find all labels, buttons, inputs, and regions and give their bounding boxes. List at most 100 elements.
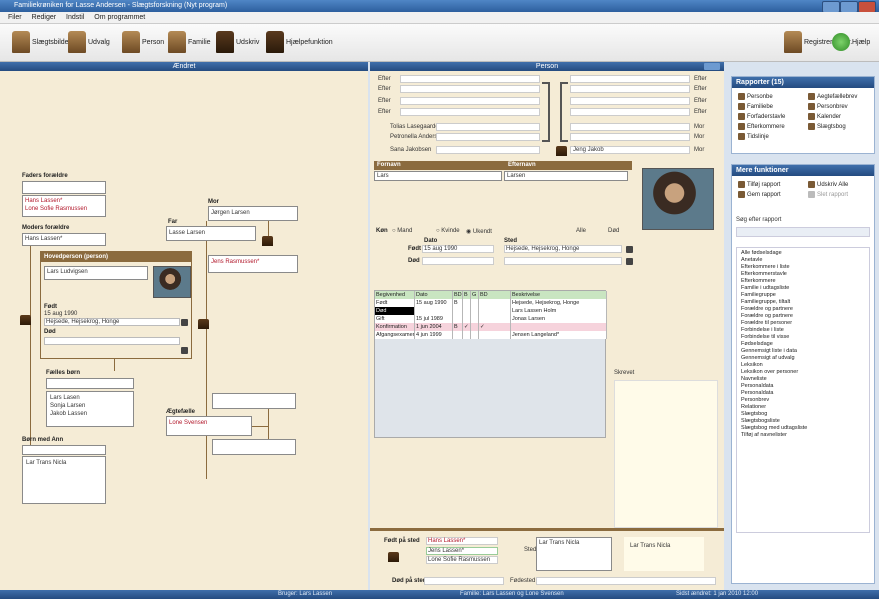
- siblings-empty-field[interactable]: [22, 445, 106, 455]
- table-row[interactable]: Afgangsexamen 4 jun 1999 Jensen Langelan…: [375, 331, 607, 339]
- born-at-field[interactable]: Hans Lassen*: [426, 537, 498, 545]
- focus-died-place-field[interactable]: [44, 337, 180, 345]
- list-item[interactable]: Forbindelse til visse: [741, 334, 789, 341]
- died-place-field[interactable]: [504, 257, 622, 265]
- minimize-button[interactable]: [822, 1, 840, 12]
- table-row-selected[interactable]: Død Lars Lassen Holm: [375, 307, 607, 315]
- children-empty-field[interactable]: [46, 378, 134, 389]
- list-item[interactable]: Efterkommere i liste: [741, 264, 790, 271]
- focus-born-place-button[interactable]: [181, 319, 188, 326]
- sex-option-female[interactable]: ○ Kvinde: [436, 228, 460, 234]
- died-date-field[interactable]: [422, 257, 494, 265]
- menu-edit[interactable]: Rediger: [32, 14, 57, 21]
- focus-born-place-field[interactable]: Hejsede, Hejsekrog, Honge: [44, 318, 180, 326]
- grandparents-field[interactable]: [436, 123, 540, 131]
- sex-option-unknown[interactable]: ◉ Ukendt: [466, 228, 492, 235]
- toolbar-help-function-button[interactable]: Hjælpefunktion: [266, 29, 333, 57]
- print-all-button[interactable]: Udskriv Alle: [808, 181, 848, 188]
- siblings-list[interactable]: Lar Trans Nicla: [22, 456, 106, 504]
- report-item[interactable]: Slægtsbog: [808, 123, 846, 130]
- child-item[interactable]: Sonja Larsen: [50, 403, 85, 409]
- sex-option-male[interactable]: ○ Mand: [392, 228, 412, 234]
- mother-name-field-2[interactable]: [570, 85, 690, 93]
- list-item[interactable]: Alle fødselsdage: [741, 250, 782, 257]
- toolbar-family-button[interactable]: Familie: [168, 29, 211, 57]
- list-item[interactable]: Anetavle: [741, 257, 762, 264]
- menu-file[interactable]: Filer: [8, 14, 22, 21]
- list-item[interactable]: Personaldata: [741, 390, 773, 397]
- focus-died-place-button[interactable]: [181, 347, 188, 354]
- list-item[interactable]: Gennemsigt liste i data: [741, 348, 797, 355]
- grandparents-field-2[interactable]: [436, 133, 540, 141]
- menu-about[interactable]: Om programmet: [94, 14, 145, 21]
- list-item[interactable]: Efterkommere: [741, 278, 776, 285]
- table-row[interactable]: Konfirmation 1 jun 2004 B ✓ ✓: [375, 323, 607, 331]
- mother-name-field[interactable]: [570, 75, 690, 83]
- mother-name-field-3[interactable]: [570, 97, 690, 105]
- mother-grandfather-box[interactable]: Hans Lassen*: [22, 233, 106, 246]
- list-item[interactable]: Fødselsdage: [741, 341, 773, 348]
- delete-report-button[interactable]: Slet rapport: [808, 191, 848, 198]
- report-item[interactable]: Aegtefællebrev: [808, 93, 857, 100]
- born-place-button[interactable]: [626, 246, 633, 253]
- list-item[interactable]: Forbindelse i liste: [741, 327, 784, 334]
- mother-box[interactable]: Jørgen Larsen: [208, 206, 298, 221]
- first-name-field[interactable]: Lars: [374, 171, 502, 181]
- father-grandfather-box[interactable]: [22, 181, 106, 194]
- father-name-field-4[interactable]: [400, 108, 540, 116]
- born-at-option-2[interactable]: Lone Sofie Rasmussen: [426, 556, 498, 564]
- sibling-item[interactable]: Lar Trans Nicla: [26, 460, 66, 466]
- died-at-field[interactable]: [424, 577, 504, 585]
- report-item[interactable]: Efterkommere: [738, 123, 785, 130]
- maximize-button[interactable]: [840, 1, 858, 12]
- list-item[interactable]: Tilføj af navnelister: [741, 432, 787, 439]
- note-textarea[interactable]: [614, 380, 718, 528]
- table-row[interactable]: Gift 15 jul 1989 Jonas Larsen: [375, 315, 607, 323]
- report-search-input[interactable]: [736, 227, 870, 237]
- born-at-option[interactable]: Jens Lassen*: [426, 547, 498, 555]
- list-item[interactable]: Forældre til personer: [741, 320, 792, 327]
- toolbar-family-tree-button[interactable]: Slægtsbilde: [12, 29, 69, 57]
- report-item[interactable]: Personbe: [738, 93, 773, 100]
- grandparents-field-right-2[interactable]: [570, 133, 690, 141]
- father-name-field-3[interactable]: [400, 97, 540, 105]
- list-item[interactable]: Navneliste: [741, 376, 767, 383]
- list-item[interactable]: Personaldata: [741, 383, 773, 390]
- father-box[interactable]: Lasse Larsen: [166, 226, 256, 241]
- report-item[interactable]: Tidslinje: [738, 133, 769, 140]
- reports-header[interactable]: Rapporter (15): [732, 77, 874, 88]
- list-item[interactable]: Forældre og partnere: [741, 306, 793, 313]
- menu-settings[interactable]: Indstil: [66, 14, 84, 21]
- list-item[interactable]: Familiegruppe: [741, 292, 776, 299]
- list-item[interactable]: Familie i udtagsliste: [741, 285, 789, 292]
- bottom-right-field[interactable]: Lar Trans Nicla: [624, 537, 704, 571]
- birthplace-field[interactable]: [536, 577, 716, 585]
- close-button[interactable]: [858, 1, 876, 12]
- table-row[interactable]: Født 15 aug 1990 B Hejsede, Hejsekrog, H…: [375, 299, 607, 307]
- toolbar-selection-button[interactable]: Udvalg: [68, 29, 110, 57]
- person-panel-toggle[interactable]: [704, 63, 720, 70]
- toolbar-help-button[interactable]: Hjælp: [832, 29, 870, 57]
- focus-person-name-field[interactable]: Lars Ludvigsen: [44, 266, 148, 280]
- list-item[interactable]: Familiegruppe, tiltalt: [741, 299, 790, 306]
- report-item[interactable]: Kalender: [808, 113, 841, 120]
- list-item[interactable]: Slægtsbog med udtagsliste: [741, 425, 807, 432]
- father-grandmother-box[interactable]: Hans Lassen* Lone Sofie Rasmussen: [22, 195, 106, 217]
- list-item[interactable]: Slægtsbog: [741, 411, 767, 418]
- focus-person-photo[interactable]: [153, 266, 191, 298]
- child-item[interactable]: Jakob Lassen: [50, 411, 87, 417]
- report-item[interactable]: Familiebe: [738, 103, 773, 110]
- focus-person-card[interactable]: Hovedperson (person) Lars Ludvigsen Født…: [40, 251, 192, 359]
- add-report-button[interactable]: Tilføj rapport: [738, 181, 780, 188]
- list-item[interactable]: Slægtsbogsliste: [741, 418, 780, 425]
- partner-second-box[interactable]: [212, 439, 296, 455]
- mother-partner-box[interactable]: Jens Rasmussen*: [208, 255, 298, 273]
- person-photo[interactable]: [642, 168, 714, 230]
- father-name-field-2[interactable]: [400, 85, 540, 93]
- list-item[interactable]: Efterkommerstavle: [741, 271, 787, 278]
- report-item[interactable]: Personbrev: [808, 103, 848, 110]
- partner-field-right[interactable]: Jeng Jakob: [570, 146, 690, 154]
- partner-box[interactable]: Lone Svensen: [166, 416, 252, 436]
- list-item[interactable]: Relationer: [741, 404, 766, 411]
- toolbar-print-button[interactable]: Udskriv: [216, 29, 259, 57]
